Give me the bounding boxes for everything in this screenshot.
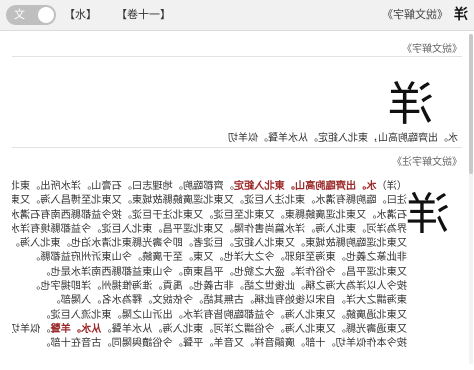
commentary-line: 又東北逕臨朐縣故城東。又東北入鉅定。巨淀者。即今壽光縣東北清水泊也。東北入海。	[12, 238, 407, 250]
toggle-knob	[38, 7, 54, 23]
book-title: 《說文解字》	[382, 8, 448, 21]
breadcrumb-volume[interactable]: 【卷十一】	[116, 7, 171, 23]
headword: 洋	[454, 7, 468, 23]
seal-glyph: 洋	[388, 77, 434, 131]
commentary-line: 又東過壽光縣。又東北入海。今俗謂之洋河。東北入海。从水羊聲。从水。羊聲。似羊切。…	[12, 323, 407, 335]
commentary-line: 又東北過廣饒。又東北入海。今益都臨朐皆有洋水。出沂山之陽。東北流入巨淀。	[40, 309, 407, 321]
top-bar: 文 【水】 【卷十一】 《說文解字》 洋	[0, 0, 474, 31]
language-toggle[interactable]: 文	[6, 5, 56, 25]
breadcrumb-radical[interactable]: 【水】	[64, 7, 97, 23]
section-label-shuowen: 《說文解字》	[402, 44, 462, 55]
divider	[12, 147, 462, 148]
commentary-line: 按今本作似羊切。十部。廣韻音祥。又音羊。平聲。今俗讀與陽同。古音在十部。	[40, 338, 407, 350]
commentary-line: 注曰。臨朐縣有溝水。東北注入巨淀。又東北逕廣饒縣故城東。又東北至博昌入海。又東北…	[12, 195, 407, 207]
definition-text: 水。出齊臨朐高山，東北入鉅定。从水羊聲。似羊切	[228, 133, 458, 144]
commentary-line: 石溝水。又東北逕廣饒縣東。又東北至巨淀。又東北注于巨淀。按今益都縣西南有石溝水。…	[12, 209, 407, 221]
scrollbar-thumb[interactable]	[469, 34, 473, 174]
commentary-line: 又東北逕平昌。今俗作洋。盛大之貌也。平昌東南。今山東益都縣西南洋水是也。	[40, 266, 407, 278]
commentary-line: （洋）水。出齊臨朐高山。東北入鉅定。齊郡臨朐。地理志曰。石膏山。洋水所出。東北至…	[12, 181, 407, 192]
commentary-line: 界為洋河。東北入海。洋水篇尚書作陽。又東北逕平昌。東北入巨淀。今益都縣境有洋水。	[12, 223, 407, 235]
section-label-zhu: 《說文解字注》	[392, 157, 462, 168]
commentary-line: 東海謂之大洋。自宋以後始有此稱。古無其語。今依說文。釋為水名。入陽部。	[50, 295, 407, 307]
divider	[12, 56, 462, 57]
commentary-text: （洋）水。出齊臨朐高山。東北入鉅定。齊郡臨朐。地理志曰。石膏山。洋水所出。東北至…	[12, 180, 407, 366]
commentary-line: 按今人以洋為大海之稱。此後世之語。非古義也。禹貢。淮海惟揚州。洋即揚字也。	[30, 281, 407, 293]
seal-glyph-zhu: 洋	[406, 189, 450, 240]
toggle-label: 文	[14, 8, 25, 21]
commentary-line: 非此篆之義也。東海至琅邪。今之大洋也。又東。至于廣饒。今山東沂州府益都縣。	[30, 252, 407, 264]
vertical-scrollbar[interactable]	[469, 34, 473, 364]
